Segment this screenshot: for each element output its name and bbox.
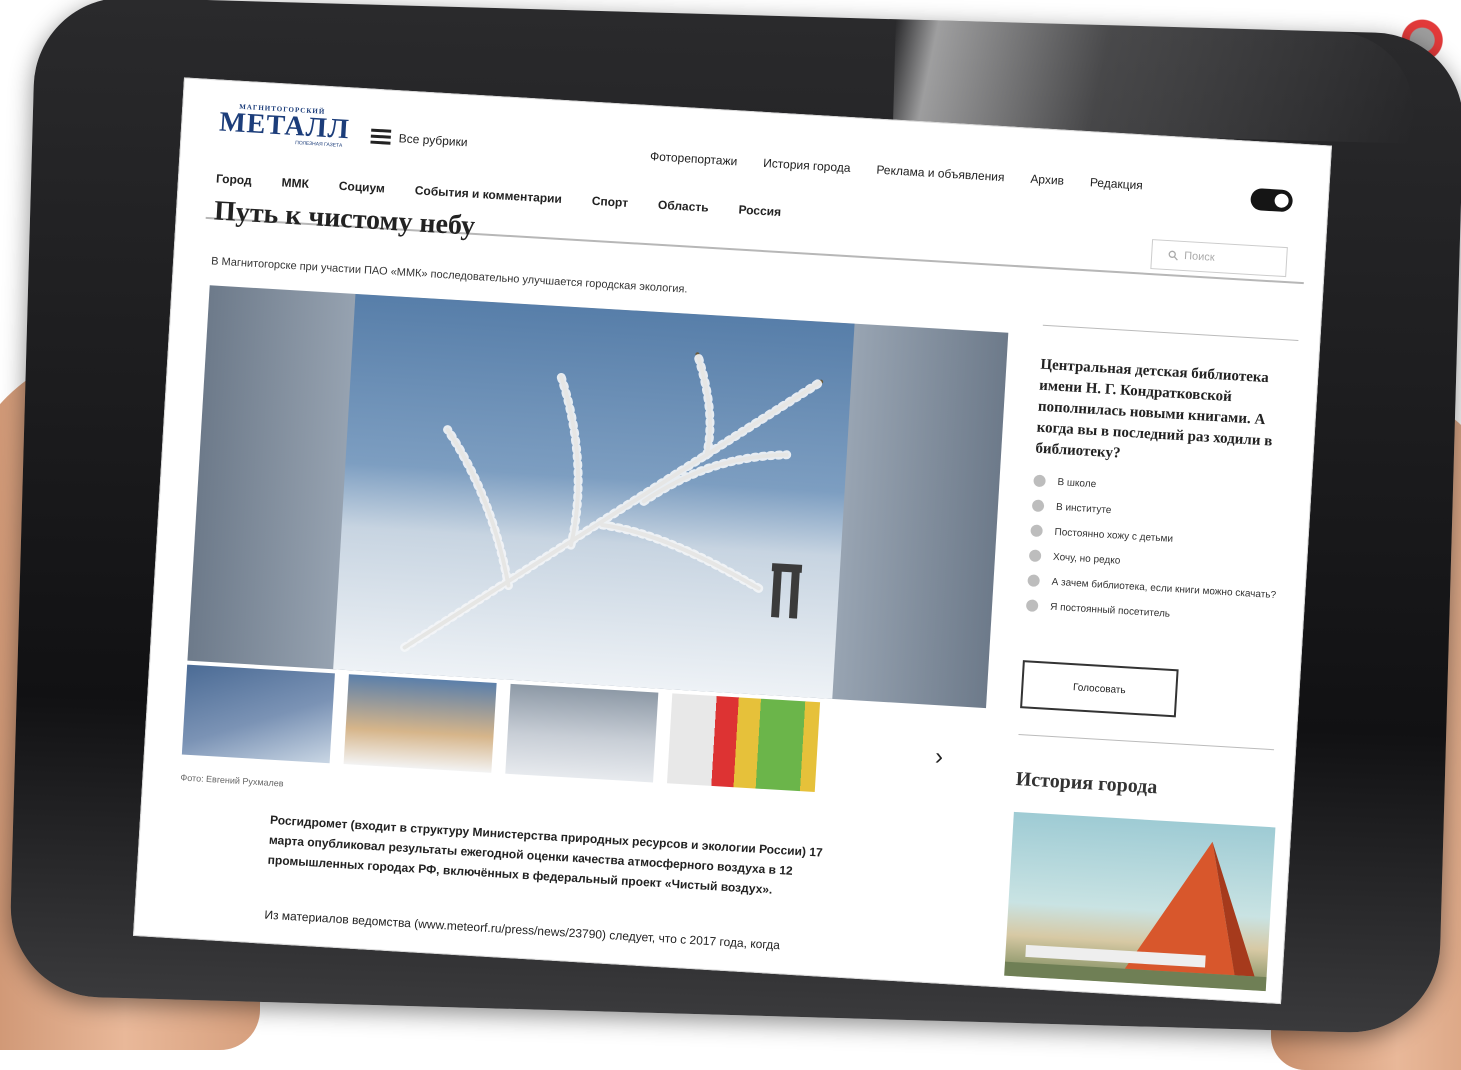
search-placeholder: Поиск [1183, 250, 1215, 264]
radio-button[interactable] [1025, 599, 1039, 612]
poll-options: В школе В институте Постоянно хожу с дет… [1025, 474, 1283, 639]
radio-button[interactable] [1028, 549, 1042, 563]
menu-icon [370, 128, 392, 145]
logo-name: МЕТАЛЛ [218, 106, 351, 146]
category-events[interactable]: События и комментарии [414, 183, 562, 206]
category-society[interactable]: Социум [338, 179, 385, 196]
poll-option[interactable]: А зачем библиотека, если книги можно ска… [1027, 574, 1277, 602]
category-region[interactable]: Область [658, 198, 709, 215]
chevron-right-icon[interactable]: › [934, 743, 944, 771]
category-russia[interactable]: Россия [738, 203, 781, 220]
vote-button[interactable]: Голосовать [1020, 660, 1179, 718]
poll-option[interactable]: Я постоянный посетитель [1025, 599, 1276, 627]
sidebar-divider-bottom [1018, 734, 1275, 751]
thumbnail-frost-branch[interactable] [181, 664, 335, 764]
nav-archive[interactable]: Архив [1030, 172, 1064, 188]
nav-ads[interactable]: Реклама и объявления [876, 163, 1005, 185]
nav-city-history[interactable]: История города [763, 156, 851, 175]
monument-silhouette [771, 563, 803, 619]
thumbnail-air-quality-table[interactable] [666, 693, 821, 793]
radio-button[interactable] [1030, 524, 1043, 538]
site-logo[interactable]: МАГНИТОГОРСКИЙ МЕТАЛЛ ПОЛЕЗНАЯ ГАЗЕТА [218, 102, 351, 149]
history-section-title: История города [1015, 767, 1158, 799]
article-body-bold: Росгидромет (входит в структуру Министер… [267, 812, 824, 897]
poll-option-label: В институте [1055, 501, 1112, 517]
article-body-text: Из материалов ведомства (www.meteorf.ru/… [264, 907, 781, 953]
frosted-spruce-branch [400, 349, 826, 652]
radio-button[interactable] [1027, 574, 1040, 588]
main-photo [333, 293, 855, 699]
radio-button[interactable] [1033, 474, 1046, 488]
top-navigation: Фоторепортажи История города Реклама и о… [650, 149, 1143, 192]
poll-question: Центральная детская библиотека имени Н. … [1035, 356, 1273, 462]
theme-toggle[interactable] [1250, 187, 1294, 213]
tablet-screen: МАГНИТОГОРСКИЙ МЕТАЛЛ ПОЛЕЗНАЯ ГАЗЕТА Вс… [132, 77, 1332, 1005]
triangular-monument-image [1004, 841, 1267, 992]
poll-option-label: Постоянно хожу с детьми [1054, 526, 1174, 545]
all-rubrics-label: Все рубрики [398, 130, 468, 149]
poll-option-label: В школе [1057, 476, 1097, 491]
thumbnail-sunlit-tree[interactable] [343, 674, 497, 773]
poll-option-label: Хочу, но редко [1052, 551, 1121, 567]
category-city[interactable]: Город [216, 171, 252, 187]
poll-option-label: А зачем библиотека, если книги можно ска… [1051, 576, 1277, 602]
article-title: Путь к чистому небу [213, 195, 476, 242]
poll-option[interactable]: Хочу, но редко [1028, 549, 1279, 577]
poll-option[interactable]: Постоянно хожу с детьми [1030, 524, 1280, 552]
poll-option[interactable]: В школе [1033, 474, 1283, 502]
photo-credit: Фото: Евгений Рухмалев [180, 772, 284, 789]
search-icon [1168, 250, 1178, 261]
sidebar-divider-top [1042, 324, 1299, 341]
radio-button[interactable] [1031, 499, 1045, 513]
poll-option-label: Я постоянный посетитель [1049, 601, 1171, 620]
history-photo[interactable] [1004, 811, 1276, 992]
category-mmk[interactable]: ММК [281, 175, 309, 191]
poll-option[interactable]: В институте [1031, 499, 1282, 527]
main-photo-gallery[interactable] [187, 285, 1009, 709]
thumbnail-winter-park[interactable] [505, 683, 659, 783]
category-sport[interactable]: Спорт [591, 194, 628, 210]
nav-photo-reports[interactable]: Фоторепортажи [650, 149, 738, 168]
all-rubrics-button[interactable]: Все рубрики [370, 128, 468, 150]
search-input[interactable]: Поиск [1150, 239, 1288, 278]
nav-editorial[interactable]: Редакция [1090, 175, 1144, 192]
tablet-device: МАГНИТОГОРСКИЙ МЕТАЛЛ ПОЛЕЗНАЯ ГАЗЕТА Вс… [8, 0, 1461, 1035]
